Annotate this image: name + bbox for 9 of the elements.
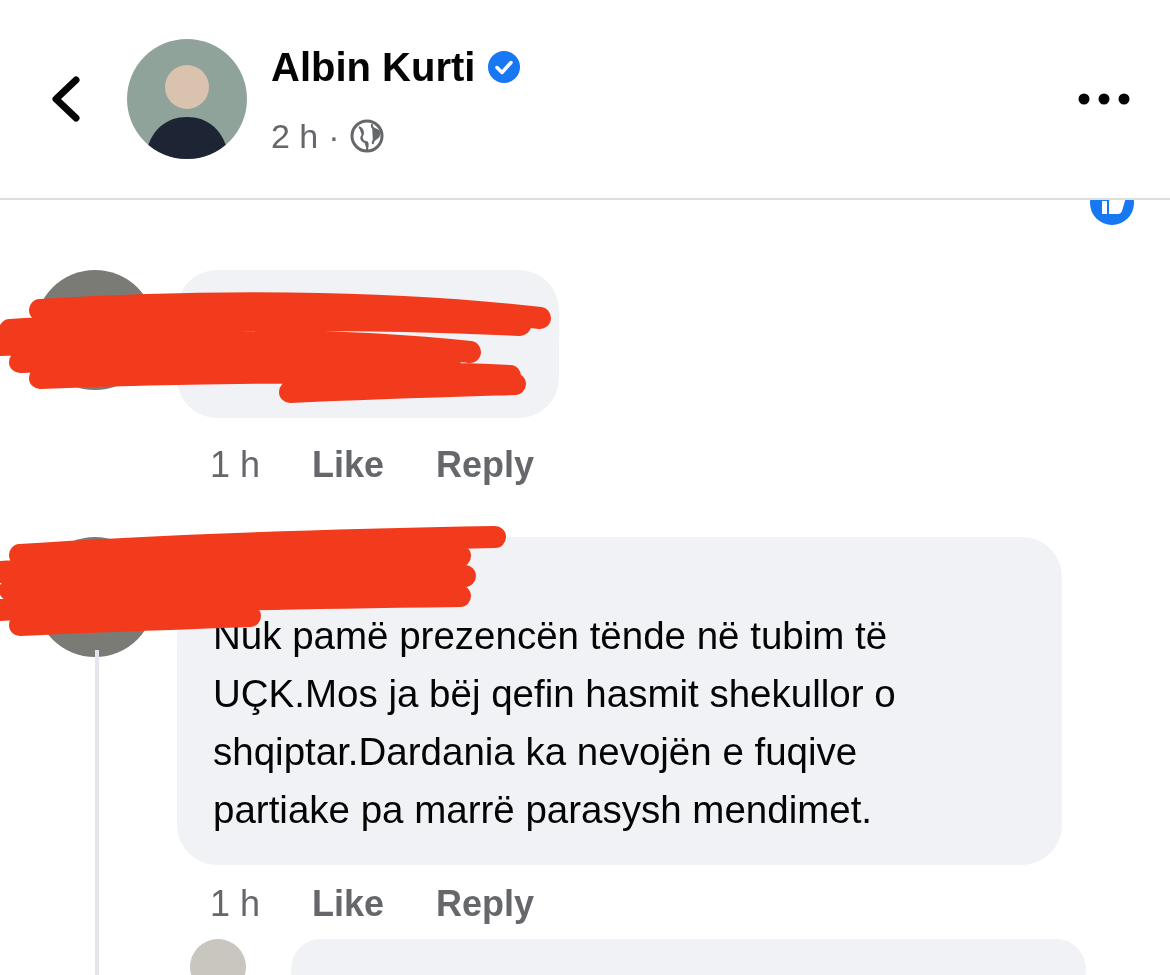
author-name: Albin Kurti — [271, 43, 476, 91]
post-time: 2 h — [271, 115, 319, 157]
separator: · — [328, 115, 340, 157]
reply-link[interactable]: Reply — [436, 877, 535, 931]
comment-time: 1 h — [210, 882, 261, 926]
reply-link[interactable]: Reply — [436, 438, 535, 492]
like-link[interactable]: Like — [312, 877, 385, 931]
like-link[interactable]: Like — [312, 438, 385, 492]
comment-time: 1 h — [210, 443, 261, 487]
